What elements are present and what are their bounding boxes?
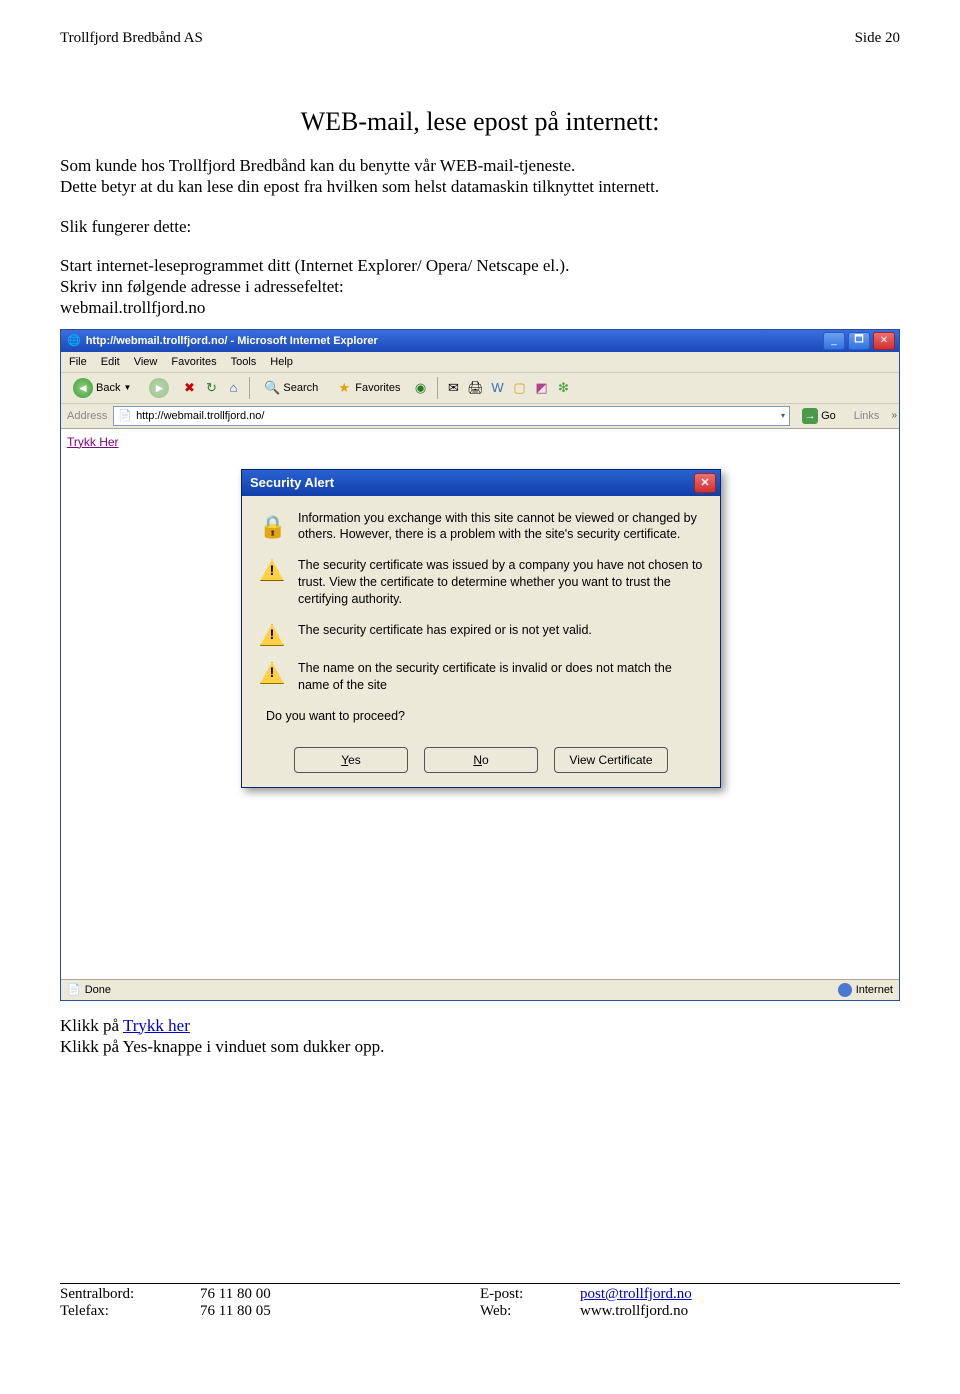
status-done: Done (85, 984, 111, 996)
view-certificate-button[interactable]: View Certificate (554, 747, 668, 773)
ie-statusbar: 📄 Done Internet (61, 979, 899, 1000)
footer-web-val: www.trollfjord.no (580, 1303, 688, 1320)
dialog-close-button[interactable]: ✕ (694, 473, 716, 493)
mail-icon[interactable]: ✉ (446, 380, 462, 396)
refresh-icon[interactable]: ↻ (203, 380, 219, 396)
favorites-label: Favorites (355, 382, 400, 394)
favorites-button[interactable]: ★ Favorites (330, 378, 406, 398)
footer-web-label: Web: (480, 1303, 580, 1320)
back-arrow-icon: ◄ (73, 378, 93, 398)
trykk-her-textlink[interactable]: Trykk her (123, 1016, 190, 1035)
after-instruction-1: Klikk på Trykk her (60, 1015, 900, 1036)
folder-icon[interactable]: ▢ (512, 380, 528, 396)
dialog-msg-4: The name on the security certificate is … (298, 660, 704, 694)
star-icon: ★ (336, 380, 352, 396)
home-icon[interactable]: ⌂ (225, 380, 241, 396)
doc-company: Trollfjord Bredbånd AS (60, 30, 203, 47)
doc-page: Side 20 (855, 30, 900, 47)
footer-epost-label: E-post: (480, 1286, 580, 1303)
media-icon[interactable]: ◉ (413, 380, 429, 396)
menu-edit[interactable]: Edit (101, 356, 120, 368)
footer-sentralbord-label: Sentralbord: (60, 1286, 200, 1303)
address-input[interactable]: 📄 http://webmail.trollfjord.no/ ▾ (113, 406, 790, 426)
back-button[interactable]: ◄ Back ▼ (67, 376, 137, 400)
back-label: Back (96, 382, 120, 394)
footer-epost-link[interactable]: post@trollfjord.no (580, 1286, 692, 1302)
messenger-icon[interactable]: ❇ (556, 380, 572, 396)
discuss-icon[interactable]: ◩ (534, 380, 550, 396)
ie-title: http://webmail.trollfjord.no/ - Microsof… (86, 335, 378, 347)
links-label[interactable]: Links (848, 410, 886, 422)
forward-arrow-icon: ► (149, 378, 169, 398)
doc-footer: Sentralbord: 76 11 80 00 E-post: post@tr… (60, 1283, 900, 1320)
security-alert-dialog: Security Alert ✕ 🔒 Information you excha… (241, 469, 721, 788)
address-label: Address (67, 410, 107, 422)
ie-titlebar: 🌐 http://webmail.trollfjord.no/ - Micros… (61, 330, 899, 352)
search-icon: 🔍 (264, 380, 280, 396)
menu-help[interactable]: Help (270, 356, 293, 368)
edit-icon[interactable]: W (490, 380, 506, 396)
dialog-proceed: Do you want to proceed? (266, 708, 704, 725)
stop-icon[interactable]: ✖ (181, 380, 197, 396)
warning-icon: ! (260, 662, 284, 684)
maximize-button[interactable]: 🗖 (848, 332, 870, 350)
dialog-titlebar: Security Alert ✕ (242, 470, 720, 496)
footer-telefax-val: 76 11 80 05 (200, 1303, 480, 1320)
dialog-msg-2: The security certificate was issued by a… (298, 557, 704, 608)
ie-content: Trykk Her Security Alert ✕ 🔒 Information… (61, 429, 899, 979)
print-icon[interactable]: 🖨 (468, 380, 484, 396)
menu-tools[interactable]: Tools (231, 356, 257, 368)
dialog-msg-1: Information you exchange with this site … (298, 510, 704, 544)
go-label: Go (821, 410, 836, 422)
menu-file[interactable]: File (69, 356, 87, 368)
page-title: WEB-mail, lese epost på internett: (60, 107, 900, 137)
go-button[interactable]: → Go (796, 408, 842, 424)
after-instruction-2: Klikk på Yes-knappe i vinduet som dukker… (60, 1036, 900, 1057)
search-button[interactable]: 🔍 Search (258, 378, 324, 398)
status-page-icon: 📄 (67, 983, 81, 996)
ie-window: 🌐 http://webmail.trollfjord.no/ - Micros… (60, 329, 900, 1001)
internet-zone-icon (838, 983, 852, 997)
ie-toolbar: ◄ Back ▼ ► ✖ ↻ ⌂ 🔍 Search ★ Favorites ◉ … (61, 373, 899, 404)
toolbar-sep2 (437, 377, 438, 399)
no-rest: o (482, 753, 489, 767)
status-zone: Internet (856, 984, 893, 996)
address-dropdown-icon[interactable]: ▾ (781, 411, 785, 420)
go-arrow-icon: → (802, 408, 818, 424)
instruction-1: Start internet-leseprogrammet ditt (Inte… (60, 255, 900, 276)
lock-icon: 🔒 (259, 512, 285, 538)
sub-heading: Slik fungerer dette: (60, 216, 900, 237)
toolbar-sep (249, 377, 250, 399)
dialog-title-text: Security Alert (250, 475, 334, 490)
ie-icon: 🌐 (67, 334, 81, 347)
no-button[interactable]: No (424, 747, 538, 773)
menu-view[interactable]: View (134, 356, 158, 368)
dialog-msg-3: The security certificate has expired or … (298, 622, 592, 646)
search-label: Search (283, 382, 318, 394)
footer-sentralbord-val: 76 11 80 00 (200, 1286, 480, 1303)
yes-rest: es (348, 753, 361, 767)
page-icon: 📄 (118, 409, 132, 422)
links-chevron-icon[interactable]: » (891, 410, 899, 421)
after1-pre: Klikk på (60, 1016, 123, 1035)
instruction-2: Skriv inn følgende adresse i adressefelt… (60, 276, 900, 297)
trykk-her-link[interactable]: Trykk Her (67, 435, 119, 449)
warning-icon: ! (260, 624, 284, 646)
footer-telefax-label: Telefax: (60, 1303, 200, 1320)
close-button[interactable]: ✕ (873, 332, 895, 350)
intro-paragraph: Som kunde hos Trollfjord Bredbånd kan du… (60, 155, 900, 198)
ie-menubar: File Edit View Favorites Tools Help (61, 352, 899, 373)
ie-addressbar: Address 📄 http://webmail.trollfjord.no/ … (61, 404, 899, 429)
webmail-address: webmail.trollfjord.no (60, 297, 900, 318)
yes-button[interactable]: Yes (294, 747, 408, 773)
forward-button[interactable]: ► (143, 376, 175, 400)
doc-header: Trollfjord Bredbånd AS Side 20 (60, 30, 900, 47)
address-value: http://webmail.trollfjord.no/ (136, 410, 777, 422)
warning-icon: ! (260, 559, 284, 581)
menu-favorites[interactable]: Favorites (171, 356, 216, 368)
minimize-button[interactable]: _ (823, 332, 845, 350)
